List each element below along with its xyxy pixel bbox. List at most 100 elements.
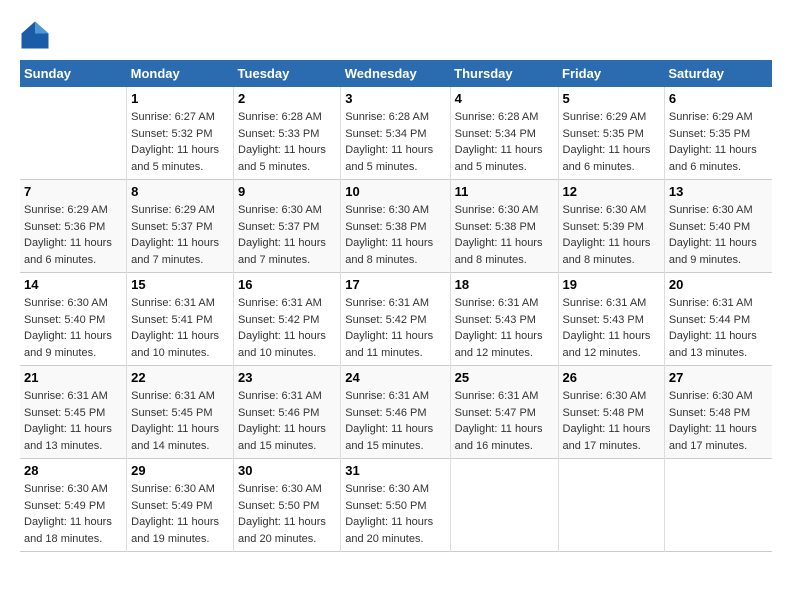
day-cell	[664, 459, 772, 552]
day-cell: 27 Sunrise: 6:30 AMSunset: 5:48 PMDayligh…	[664, 366, 772, 459]
day-cell	[450, 459, 558, 552]
day-number: 5	[563, 91, 660, 106]
day-cell: 6 Sunrise: 6:29 AMSunset: 5:35 PMDaylight…	[664, 87, 772, 180]
day-number: 25	[455, 370, 554, 385]
day-number: 10	[345, 184, 445, 199]
day-info: Sunrise: 6:31 AMSunset: 5:44 PMDaylight:…	[669, 295, 768, 361]
day-cell: 22 Sunrise: 6:31 AMSunset: 5:45 PMDayligh…	[127, 366, 234, 459]
day-number: 29	[131, 463, 229, 478]
day-info: Sunrise: 6:30 AMSunset: 5:39 PMDaylight:…	[563, 202, 660, 268]
day-cell: 14 Sunrise: 6:30 AMSunset: 5:40 PMDayligh…	[20, 273, 127, 366]
day-cell: 26 Sunrise: 6:30 AMSunset: 5:48 PMDayligh…	[558, 366, 664, 459]
day-info: Sunrise: 6:30 AMSunset: 5:50 PMDaylight:…	[238, 481, 336, 547]
day-number: 24	[345, 370, 445, 385]
day-info: Sunrise: 6:31 AMSunset: 5:42 PMDaylight:…	[345, 295, 445, 361]
day-number: 7	[24, 184, 122, 199]
header-day-sunday: Sunday	[20, 60, 127, 87]
header-day-friday: Friday	[558, 60, 664, 87]
day-cell: 8 Sunrise: 6:29 AMSunset: 5:37 PMDaylight…	[127, 180, 234, 273]
day-number: 14	[24, 277, 122, 292]
day-number: 11	[455, 184, 554, 199]
logo	[20, 20, 54, 50]
day-cell: 4 Sunrise: 6:28 AMSunset: 5:34 PMDaylight…	[450, 87, 558, 180]
day-number: 22	[131, 370, 229, 385]
day-info: Sunrise: 6:31 AMSunset: 5:46 PMDaylight:…	[238, 388, 336, 454]
day-number: 28	[24, 463, 122, 478]
day-cell	[20, 87, 127, 180]
day-number: 3	[345, 91, 445, 106]
day-info: Sunrise: 6:27 AMSunset: 5:32 PMDaylight:…	[131, 109, 229, 175]
header-day-tuesday: Tuesday	[234, 60, 341, 87]
day-cell	[558, 459, 664, 552]
day-info: Sunrise: 6:29 AMSunset: 5:36 PMDaylight:…	[24, 202, 122, 268]
calendar-table: SundayMondayTuesdayWednesdayThursdayFrid…	[20, 60, 772, 552]
day-cell: 9 Sunrise: 6:30 AMSunset: 5:37 PMDaylight…	[234, 180, 341, 273]
day-number: 13	[669, 184, 768, 199]
day-info: Sunrise: 6:29 AMSunset: 5:35 PMDaylight:…	[563, 109, 660, 175]
day-number: 30	[238, 463, 336, 478]
header-day-monday: Monday	[127, 60, 234, 87]
day-number: 12	[563, 184, 660, 199]
header-day-saturday: Saturday	[664, 60, 772, 87]
day-info: Sunrise: 6:31 AMSunset: 5:41 PMDaylight:…	[131, 295, 229, 361]
day-cell: 17 Sunrise: 6:31 AMSunset: 5:42 PMDayligh…	[341, 273, 450, 366]
week-row-4: 21 Sunrise: 6:31 AMSunset: 5:45 PMDayligh…	[20, 366, 772, 459]
day-cell: 2 Sunrise: 6:28 AMSunset: 5:33 PMDaylight…	[234, 87, 341, 180]
day-info: Sunrise: 6:30 AMSunset: 5:37 PMDaylight:…	[238, 202, 336, 268]
day-number: 2	[238, 91, 336, 106]
day-cell: 28 Sunrise: 6:30 AMSunset: 5:49 PMDayligh…	[20, 459, 127, 552]
day-number: 6	[669, 91, 768, 106]
day-number: 19	[563, 277, 660, 292]
day-info: Sunrise: 6:31 AMSunset: 5:47 PMDaylight:…	[455, 388, 554, 454]
day-info: Sunrise: 6:28 AMSunset: 5:34 PMDaylight:…	[455, 109, 554, 175]
day-number: 21	[24, 370, 122, 385]
day-cell: 3 Sunrise: 6:28 AMSunset: 5:34 PMDaylight…	[341, 87, 450, 180]
day-cell: 13 Sunrise: 6:30 AMSunset: 5:40 PMDayligh…	[664, 180, 772, 273]
day-info: Sunrise: 6:31 AMSunset: 5:45 PMDaylight:…	[131, 388, 229, 454]
day-number: 1	[131, 91, 229, 106]
day-info: Sunrise: 6:29 AMSunset: 5:35 PMDaylight:…	[669, 109, 768, 175]
day-number: 27	[669, 370, 768, 385]
day-info: Sunrise: 6:30 AMSunset: 5:50 PMDaylight:…	[345, 481, 445, 547]
day-number: 20	[669, 277, 768, 292]
day-number: 17	[345, 277, 445, 292]
day-number: 9	[238, 184, 336, 199]
day-number: 26	[563, 370, 660, 385]
day-info: Sunrise: 6:28 AMSunset: 5:34 PMDaylight:…	[345, 109, 445, 175]
day-info: Sunrise: 6:30 AMSunset: 5:48 PMDaylight:…	[563, 388, 660, 454]
day-cell: 19 Sunrise: 6:31 AMSunset: 5:43 PMDayligh…	[558, 273, 664, 366]
day-info: Sunrise: 6:30 AMSunset: 5:38 PMDaylight:…	[345, 202, 445, 268]
day-info: Sunrise: 6:28 AMSunset: 5:33 PMDaylight:…	[238, 109, 336, 175]
logo-icon	[20, 20, 50, 50]
day-cell: 1 Sunrise: 6:27 AMSunset: 5:32 PMDaylight…	[127, 87, 234, 180]
day-info: Sunrise: 6:30 AMSunset: 5:40 PMDaylight:…	[669, 202, 768, 268]
page-header	[20, 20, 772, 50]
day-cell: 24Sunrise: 6:31 AMSunset: 5:46 PMDayligh…	[341, 366, 450, 459]
day-number: 31	[345, 463, 445, 478]
day-info: Sunrise: 6:31 AMSunset: 5:45 PMDaylight:…	[24, 388, 122, 454]
day-info: Sunrise: 6:30 AMSunset: 5:49 PMDaylight:…	[24, 481, 122, 547]
day-info: Sunrise: 6:31 AMSunset: 5:43 PMDaylight:…	[455, 295, 554, 361]
day-info: Sunrise: 6:30 AMSunset: 5:48 PMDaylight:…	[669, 388, 768, 454]
day-cell: 23Sunrise: 6:31 AMSunset: 5:46 PMDayligh…	[234, 366, 341, 459]
day-info: Sunrise: 6:29 AMSunset: 5:37 PMDaylight:…	[131, 202, 229, 268]
day-cell: 10 Sunrise: 6:30 AMSunset: 5:38 PMDayligh…	[341, 180, 450, 273]
day-info: Sunrise: 6:30 AMSunset: 5:40 PMDaylight:…	[24, 295, 122, 361]
day-cell: 11Sunrise: 6:30 AMSunset: 5:38 PMDayligh…	[450, 180, 558, 273]
header-day-thursday: Thursday	[450, 60, 558, 87]
day-cell: 29 Sunrise: 6:30 AMSunset: 5:49 PMDayligh…	[127, 459, 234, 552]
day-info: Sunrise: 6:31 AMSunset: 5:43 PMDaylight:…	[563, 295, 660, 361]
day-number: 15	[131, 277, 229, 292]
week-row-3: 14 Sunrise: 6:30 AMSunset: 5:40 PMDayligh…	[20, 273, 772, 366]
day-info: Sunrise: 6:30 AMSunset: 5:49 PMDaylight:…	[131, 481, 229, 547]
header-row: SundayMondayTuesdayWednesdayThursdayFrid…	[20, 60, 772, 87]
day-cell: 30 Sunrise: 6:30 AMSunset: 5:50 PMDayligh…	[234, 459, 341, 552]
day-number: 8	[131, 184, 229, 199]
day-cell: 15 Sunrise: 6:31 AMSunset: 5:41 PMDayligh…	[127, 273, 234, 366]
day-cell: 20 Sunrise: 6:31 AMSunset: 5:44 PMDayligh…	[664, 273, 772, 366]
day-cell: 31 Sunrise: 6:30 AMSunset: 5:50 PMDayligh…	[341, 459, 450, 552]
day-number: 4	[455, 91, 554, 106]
week-row-1: 1 Sunrise: 6:27 AMSunset: 5:32 PMDaylight…	[20, 87, 772, 180]
day-cell: 18Sunrise: 6:31 AMSunset: 5:43 PMDayligh…	[450, 273, 558, 366]
header-day-wednesday: Wednesday	[341, 60, 450, 87]
